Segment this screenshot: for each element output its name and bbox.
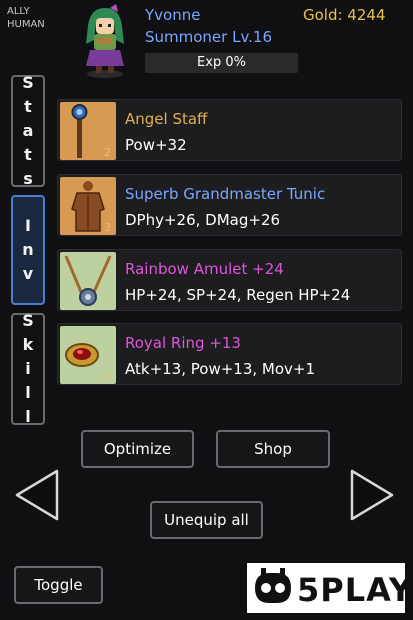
tab-letter: t [24,97,32,116]
tab-letter: l [25,383,31,402]
tab-letter: s [23,169,33,188]
watermark-logo: 5PLAY [247,563,412,613]
tab-letter: S [22,73,34,92]
item-quantity: 3 [104,221,111,234]
inventory-item[interactable]: 2 Angel Staff Pow+32 [57,99,402,161]
item-name: Royal Ring +13 [125,334,241,352]
tab-stats[interactable]: Stats [11,73,45,188]
tab-letter: I [25,216,31,235]
item-quantity: 2 [104,146,111,159]
item-stats: Pow+32 [125,136,187,154]
character-class-level: Summoner Lv.16 [145,28,273,46]
character-name: Yvonne [145,6,201,24]
shop-button[interactable]: Shop [216,430,330,468]
tab-letter: v [22,264,34,283]
item-quantity: 5 [104,296,111,309]
inventory-item[interactable]: 3 Superb Grandmaster Tunic DPhy+26, DMag… [57,174,402,236]
tab-letter: l [25,407,31,426]
gold-amount: Gold: 4244 [303,6,386,24]
tab-letter: a [22,121,34,140]
item-name: Rainbow Amulet +24 [125,260,284,278]
ally-label: ALLY [7,6,30,17]
item-name: Angel Staff [125,110,208,128]
item-stats: HP+24, SP+24, Regen HP+24 [125,286,351,304]
exp-bar: Exp 0% [145,53,298,73]
previous-arrow-icon[interactable] [13,467,61,523]
tab-letter: k [22,335,34,354]
svg-text:5PLAY: 5PLAY [297,571,405,609]
item-quantity: 7 [104,370,111,383]
character-portrait [74,4,136,78]
next-arrow-icon[interactable] [348,467,396,523]
item-stats: Atk+13, Pow+13, Mov+1 [125,360,316,378]
faction-label: ALLY HUMAN [7,5,45,31]
tab-inventory[interactable]: Inv [11,195,45,305]
item-name: Superb Grandmaster Tunic [125,185,326,203]
tab-skill[interactable]: Skill [11,311,45,426]
unequip-all-button[interactable]: Unequip all [150,501,263,539]
tab-letter: n [22,240,34,259]
exp-label: Exp 0% [197,55,246,70]
tab-letter: t [24,145,32,164]
inventory-item[interactable]: 5 Rainbow Amulet +24 HP+24, SP+24, Regen… [57,249,402,311]
item-stats: DPhy+26, DMag+26 [125,211,281,229]
tab-letter: S [22,311,34,330]
race-label: HUMAN [7,19,45,30]
toggle-button[interactable]: Toggle [14,566,103,604]
optimize-button[interactable]: Optimize [81,430,194,468]
tab-letter: i [25,359,31,378]
inventory-item[interactable]: 7 Royal Ring +13 Atk+13, Pow+13, Mov+1 [57,323,402,385]
